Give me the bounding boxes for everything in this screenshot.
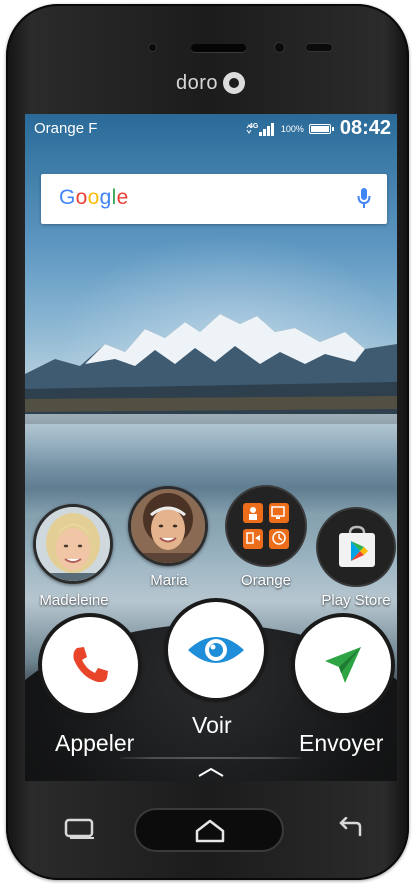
- light-sensor: [306, 44, 332, 51]
- send-arrow-icon: [325, 647, 361, 683]
- home-icon: [195, 819, 225, 843]
- google-logo: Google: [59, 186, 129, 210]
- send-label: Envoyer: [299, 730, 384, 756]
- app-label-orange: Orange: [240, 572, 292, 589]
- battery-icon: [308, 123, 334, 134]
- front-camera: [275, 43, 284, 52]
- orange-folder-glyphs: [246, 506, 286, 545]
- back-key-icon[interactable]: [336, 817, 368, 841]
- microphone-icon[interactable]: [357, 187, 371, 209]
- play-store-icon[interactable]: [316, 507, 396, 587]
- view-button[interactable]: [168, 602, 264, 698]
- status-clock: 08:42: [339, 117, 391, 139]
- play-store-bag-icon: [339, 525, 375, 567]
- home-key[interactable]: [134, 808, 284, 852]
- doro-logo-icon: [223, 72, 246, 94]
- carrier-name: Orange F: [34, 120, 98, 137]
- google-search-bar[interactable]: Google: [41, 174, 387, 224]
- eye-icon: [188, 637, 244, 663]
- contact-avatar-madeleine[interactable]: [33, 504, 113, 584]
- send-button[interactable]: [295, 617, 391, 713]
- view-label: Voir: [192, 712, 232, 738]
- battery-percent: 100%: [280, 123, 304, 134]
- recent-apps-key-icon[interactable]: [64, 818, 98, 840]
- maria-photo: [131, 489, 205, 563]
- phone-icon: [73, 647, 108, 683]
- brand-name: doro: [176, 71, 219, 94]
- contact-avatar-maria[interactable]: [128, 486, 208, 566]
- call-button[interactable]: [42, 617, 138, 713]
- wallpaper-mountains: [25, 314, 397, 424]
- status-bar: Orange F 4G 100% 08:42: [25, 114, 397, 144]
- brand-logo: doro: [176, 70, 246, 96]
- dock-swipe-line: [120, 757, 302, 759]
- google-logo-text: Google: [59, 186, 129, 209]
- orange-folder-icon[interactable]: [225, 485, 307, 567]
- status-icons: 4G 100% 08:42: [246, 117, 391, 140]
- earpiece-speaker: [191, 44, 246, 52]
- chevron-up-icon[interactable]: [197, 766, 225, 778]
- app-label-play-store: Play Store: [321, 592, 391, 609]
- call-label: Appeler: [55, 730, 135, 756]
- signal-4g-icon: 4G: [246, 122, 274, 136]
- contact-label-madeleine: Madeleine: [39, 592, 109, 609]
- contact-label-maria: Maria: [150, 572, 188, 589]
- home-screen: Orange F 4G 100% 08:42 Google Madeleine …: [25, 114, 397, 781]
- proximity-sensor: [149, 44, 156, 51]
- madeleine-photo: [36, 507, 110, 581]
